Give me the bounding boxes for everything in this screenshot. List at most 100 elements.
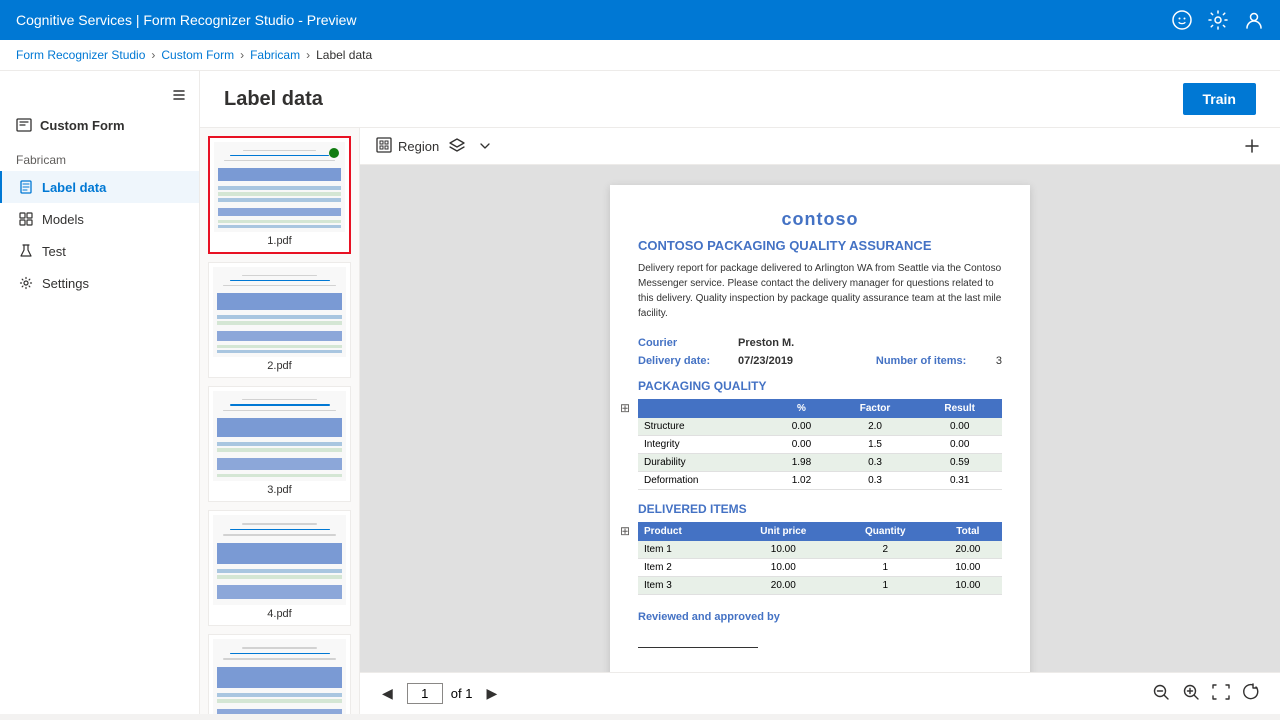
chevron-down-button[interactable] [475,136,495,156]
pq-row-result: 0.59 [917,454,1002,472]
sidebar-item-models[interactable]: Models [0,203,199,235]
sidebar-item-label-data[interactable]: Label data [0,171,199,203]
breadcrumb-custom-form[interactable]: Custom Form [161,48,234,62]
di-col-total: Total [934,522,1002,541]
di-table-row: Item 2 10.00 1 10.00 [638,559,1002,577]
app-title: Cognitive Services | Form Recognizer Stu… [16,12,357,28]
di-row-unit-price: 10.00 [730,541,837,559]
courier-value: Preston M. [738,337,1002,349]
viewer-panel: Region [360,128,1280,714]
document-thumb-3[interactable]: 3.pdf [208,386,351,502]
sidebar-item-models-text: Models [42,212,84,227]
sidebar-collapse-button[interactable] [0,79,199,111]
settings-icon[interactable] [1208,10,1228,30]
delivered-items-table-wrapper: ⊞ Product Unit price Quantity Total [638,522,1002,595]
document-page: contoso CONTOSO PACKAGING QUALITY ASSURA… [610,185,1030,672]
topbar-icons [1172,10,1264,30]
pq-row-name: Durability [638,454,770,472]
sidebar-item-label-data-text: Label data [42,180,106,195]
sidebar: Custom Form Fabricam Label data Models T… [0,71,200,714]
di-row-total: 10.00 [934,577,1002,595]
document-thumb-2[interactable]: 2.pdf [208,262,351,378]
sidebar-item-test[interactable]: Test [0,235,199,267]
train-button[interactable]: Train [1183,83,1256,115]
delivery-date-value: 07/23/2019 [738,355,856,367]
breadcrumb-label-data: Label data [316,48,372,62]
signature-line [638,647,758,648]
zoom-out-button[interactable] [1148,679,1174,708]
doc-preview-1 [214,142,345,232]
main-content: Label data Train [200,71,1280,714]
packaging-quality-table-wrapper: ⊞ % Factor Result [638,399,1002,490]
document-thumb-5[interactable]: 5.pdf [208,634,351,714]
packaging-quality-table: % Factor Result Structure 0.00 2.0 0.00 … [638,399,1002,490]
add-region-button[interactable] [1240,134,1264,158]
delivery-date-label: Delivery date: [638,355,738,367]
pq-row-result: 0.00 [917,436,1002,454]
document-thumb-4[interactable]: 4.pdf [208,510,351,626]
reviewed-by-label: Reviewed and approved by [638,611,1002,623]
document-viewer: contoso CONTOSO PACKAGING QUALITY ASSURA… [360,165,1280,672]
pq-row-factor: 1.5 [833,436,918,454]
layers-button[interactable] [445,134,469,158]
zoom-controls [1148,679,1264,708]
document-description: Delivery report for package delivered to… [638,261,1002,321]
rotate-button[interactable] [1238,679,1264,708]
topbar: Cognitive Services | Form Recognizer Stu… [0,0,1280,40]
page-header: Label data Train [200,71,1280,128]
di-row-total: 10.00 [934,559,1002,577]
courier-row: Courier Preston M. [638,337,1002,349]
packaging-quality-title: PACKAGING QUALITY [638,379,1002,393]
doc-status-dot-1 [329,148,339,158]
toolbar-left: Region [376,134,495,158]
pq-row-result: 0.31 [917,472,1002,490]
breadcrumb-sep-1: › [151,48,155,62]
region-label: Region [398,139,439,154]
prev-page-button[interactable]: ◀ [376,683,399,704]
di-row-product: Item 3 [638,577,730,595]
pq-row-factor: 0.3 [833,472,918,490]
sidebar-item-test-text: Test [42,244,66,259]
pq-row-pct: 1.02 [770,472,833,490]
sidebar-app-title: Custom Form [0,111,199,145]
settings-gear-icon [18,275,34,291]
document-list: 1.pdf [200,128,360,714]
pq-row-name: Integrity [638,436,770,454]
document-thumb-1[interactable]: 1.pdf [208,136,351,254]
di-row-unit-price: 20.00 [730,577,837,595]
doc-preview-5 [213,639,346,714]
di-row-quantity: 2 [837,541,934,559]
doc-preview-4 [213,515,346,605]
pq-row-name: Structure [638,418,770,436]
di-row-product: Item 2 [638,559,730,577]
breadcrumb-form-recognizer[interactable]: Form Recognizer Studio [16,48,145,62]
next-page-button[interactable]: ▶ [480,683,503,704]
zoom-in-button[interactable] [1178,679,1204,708]
sidebar-item-settings[interactable]: Settings [0,267,199,299]
di-row-unit-price: 10.00 [730,559,837,577]
pq-row-factor: 0.3 [833,454,918,472]
pq-col-factor: Factor [833,399,918,418]
doc-label-4: 4.pdf [213,605,346,621]
di-row-quantity: 1 [837,559,934,577]
page-title: Label data [224,88,323,111]
fit-page-button[interactable] [1208,679,1234,708]
doc-preview-2 [213,267,346,357]
num-items-label: Number of items: [876,355,996,367]
sidebar-section-title: Fabricam [0,145,199,171]
page-nav: ◀ of 1 ▶ [376,683,503,704]
smiley-icon[interactable] [1172,10,1192,30]
pq-col-result: Result [917,399,1002,418]
page-of-label: of 1 [451,686,473,701]
doc-label-1: 1.pdf [214,232,345,248]
document-icon [18,179,34,195]
delivery-date-row: Delivery date: 07/23/2019 Number of item… [638,355,1002,367]
courier-label: Courier [638,337,738,349]
delivered-items-table: Product Unit price Quantity Total Item 1… [638,522,1002,595]
pq-row-result: 0.00 [917,418,1002,436]
viewer-toolbar: Region [360,128,1280,165]
user-icon[interactable] [1244,10,1264,30]
breadcrumb-fabricam[interactable]: Fabricam [250,48,300,62]
page-number-input[interactable] [407,683,443,704]
di-col-product: Product [638,522,730,541]
